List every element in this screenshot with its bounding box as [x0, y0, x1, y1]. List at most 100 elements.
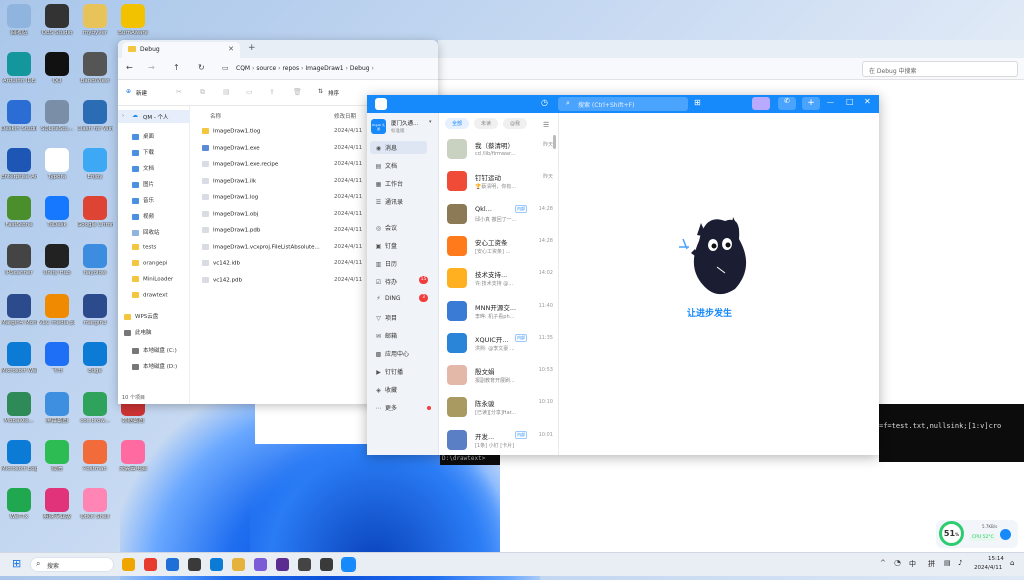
taskbar-app-icon[interactable] — [298, 558, 311, 571]
ai-assistant-button[interactable] — [752, 97, 770, 110]
notification-icon[interactable]: ⌂ — [1010, 559, 1014, 567]
forward-icon[interactable]: → — [148, 63, 155, 72]
file-row[interactable]: ImageDraw1.exe.recipe — [202, 161, 278, 168]
chat-item[interactable]: 开发... 内部 [1条] 小钉 [卡片] 10:01 — [439, 426, 559, 455]
desktop-icon[interactable]: Microsoft Edge — [1, 440, 37, 472]
sidebar-item[interactable]: 本地磁盘 (D:) — [132, 362, 177, 370]
desktop-icon[interactable]: Microsoft Web — [1, 342, 37, 374]
up-icon[interactable]: ↑ — [173, 63, 180, 72]
nav-item-10[interactable]: ✉ 邮箱 — [375, 331, 397, 340]
desktop-icon[interactable]: BandiView — [77, 52, 113, 84]
taskbar-app-icon[interactable] — [254, 558, 267, 571]
desktop-icon[interactable]: hayolow — [77, 244, 113, 276]
nav-item-6[interactable]: ▥ 日历 — [375, 259, 397, 268]
nav-item-3[interactable]: ☰ 通讯录 — [375, 197, 403, 206]
nav-item-0[interactable]: ◉ 消息 — [370, 141, 428, 154]
sidebar-item[interactable]: 音乐 — [132, 196, 154, 204]
taskbar-app-icon[interactable] — [166, 558, 179, 571]
phone-icon[interactable]: ✆ — [778, 97, 796, 110]
desktop-icon[interactable]: VLC media player — [39, 294, 75, 326]
taskbar-search[interactable]: ⌕ 搜索 — [30, 557, 114, 572]
explorer-search-input[interactable]: 在 Debug 中搜索 — [862, 61, 1018, 77]
desktop-icon[interactable]: QtKit Shell — [77, 488, 113, 520]
nav-item-9[interactable]: ▽ 项目 — [375, 313, 397, 322]
desktop-icon[interactable]: 回收站 — [1, 4, 37, 36]
new-button[interactable]: 新建 — [136, 89, 147, 97]
nav-item-14[interactable]: ⋯ 更多 — [375, 403, 398, 412]
taskbar-app-icon[interactable] — [210, 558, 223, 571]
desktop-icon[interactable]: Unity Hub — [39, 244, 75, 276]
breadcrumb-item[interactable]: CQM — [236, 65, 250, 72]
desktop-icon[interactable]: Google Chrome — [77, 196, 113, 228]
desktop-icon[interactable]: OBS Studio — [39, 4, 75, 36]
nav-item-8[interactable]: ⚡ DING — [375, 295, 400, 302]
maximize-icon[interactable]: □ — [846, 97, 854, 106]
breadcrumb-item[interactable]: repos — [282, 65, 299, 72]
taskbar-app-icon[interactable] — [341, 557, 356, 572]
nav-item-1[interactable]: ▤ 文档 — [375, 161, 397, 170]
wechat-tray-icon[interactable]: ◔ — [894, 558, 901, 567]
close-icon[interactable]: ✕ — [228, 45, 234, 53]
chat-item[interactable]: 钉钉运动 🏆蔡清明，你有... 昨天 — [439, 167, 559, 199]
sidebar-item[interactable]: 桌面 — [132, 132, 154, 140]
user-avatar[interactable] — [375, 98, 387, 110]
sidebar-item[interactable]: tests — [132, 244, 156, 251]
clock-time[interactable]: 15:14 — [988, 556, 1004, 562]
taskbar-app-icon[interactable] — [144, 558, 157, 571]
taskbar-app-icon[interactable] — [320, 558, 333, 571]
desktop-icon[interactable]: Postman — [77, 440, 113, 472]
desktop-icon[interactable]: Arduino IDE — [1, 52, 37, 84]
desktop-icon[interactable]: coc.brow... — [77, 392, 113, 424]
taskbar-app-icon[interactable] — [276, 558, 289, 571]
desktop-icon[interactable]: Enjoy — [77, 148, 113, 180]
new-tab-icon[interactable]: + — [248, 43, 256, 53]
chat-item[interactable]: MNN开源交... 李晔: 机子看ph... 11:40 — [439, 297, 559, 329]
desktop-icon[interactable]: FastStone — [1, 196, 37, 228]
breadcrumb[interactable]: CQM › source › repos › ImageDraw1 › Debu… — [236, 65, 374, 72]
chat-item[interactable]: 我（蔡清明） cd /lib/firmwar... 昨天 — [439, 135, 559, 167]
desktop-icon[interactable]: Enterprise Architect — [1, 148, 37, 180]
desktop-icon[interactable]: Typora — [39, 148, 75, 180]
chat-tab[interactable]: 未读 — [474, 118, 498, 129]
chat-tab[interactable]: 全部 — [445, 118, 469, 129]
nav-item-5[interactable]: ▣ 钉盘 — [375, 241, 397, 250]
sidebar-quick-access[interactable]: › ☁ QM - 个人 — [118, 110, 190, 123]
menu-icon[interactable]: ☰ — [543, 121, 549, 129]
taskbar-app-icon[interactable] — [188, 558, 201, 571]
desktop-icon[interactable]: Margin4 Monitor — [1, 294, 37, 326]
nav-item-11[interactable]: ▩ 应用中心 — [375, 349, 409, 358]
paste-icon[interactable]: ▤ — [223, 88, 230, 96]
breadcrumb-item[interactable]: Debug — [350, 65, 370, 72]
file-row[interactable]: ImageDraw1.log — [202, 194, 258, 201]
history-icon[interactable]: ◷ — [541, 98, 548, 107]
sidebar-item[interactable]: 回收站 — [132, 228, 160, 236]
rename-icon[interactable]: ▭ — [246, 88, 253, 96]
nav-item-13[interactable]: ◈ 收藏 — [375, 385, 397, 394]
copy-icon[interactable]: ⧉ — [200, 88, 205, 97]
desktop-icon[interactable]: WeTTx — [1, 488, 37, 520]
file-row[interactable]: ImageDraw1.ilk — [202, 177, 256, 184]
sidebar-item[interactable]: 视频 — [132, 212, 154, 220]
chat-scrollbar[interactable] — [553, 135, 556, 149]
taskbar-app-icon[interactable] — [122, 558, 135, 571]
desktop-icon[interactable]: Edge — [77, 342, 113, 374]
sidebar-item[interactable]: orangepi — [132, 260, 167, 267]
refresh-icon[interactable]: ↻ — [198, 63, 205, 72]
sidebar-item[interactable]: 此电脑 — [124, 328, 152, 336]
org-name[interactable]: 厦门久通... — [391, 119, 418, 127]
delete-icon[interactable]: 🗑 — [293, 88, 302, 96]
desktop-icon[interactable]: mydyver — [77, 4, 113, 36]
sort-button[interactable]: 排序 — [328, 89, 339, 97]
desktop-icon[interactable]: 剪映专业版 — [39, 488, 75, 520]
desktop-icon[interactable]: 屏幕截图 — [39, 392, 75, 424]
desktop-icon[interactable]: ToDesk — [39, 196, 75, 228]
desktop-icon[interactable]: IPScanner — [1, 244, 37, 276]
desktop-icon[interactable]: BurnAware — [115, 4, 151, 36]
nav-item-4[interactable]: ◎ 会议 — [375, 223, 397, 232]
chevron-up-icon[interactable]: ^ — [880, 559, 886, 567]
nav-item-7[interactable]: ☑ 待办 — [375, 277, 397, 286]
taskbar-app-icon[interactable] — [232, 558, 245, 571]
system-monitor-widget[interactable]: 51% 5.7KB/s CPU 52°C — [936, 520, 1018, 548]
file-row[interactable]: vc142.idb — [202, 260, 240, 267]
breadcrumb-item[interactable]: source — [256, 65, 276, 72]
